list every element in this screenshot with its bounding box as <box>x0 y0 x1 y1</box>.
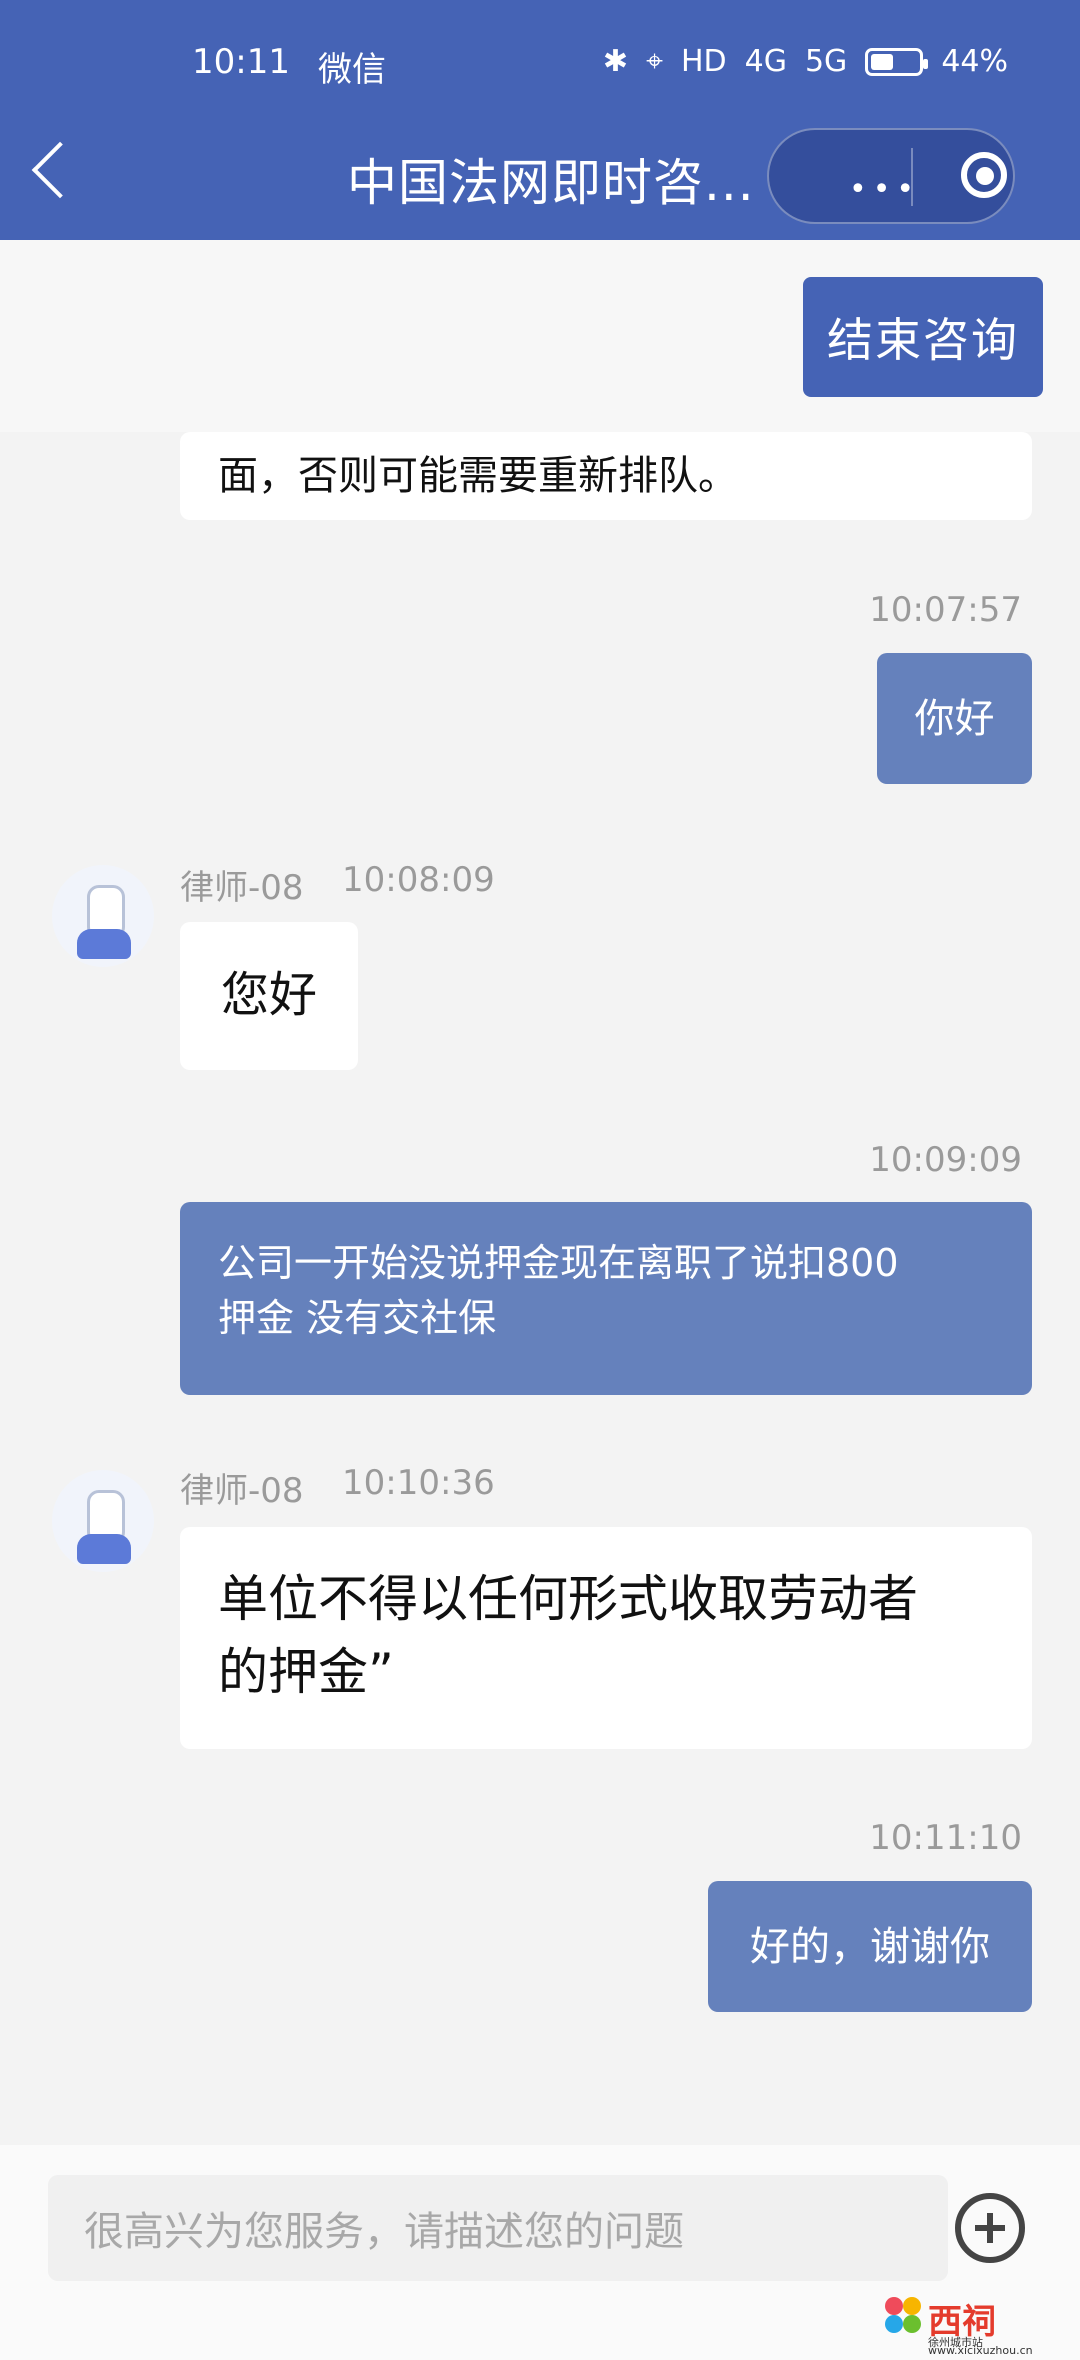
lawyer-name: 律师-08 <box>180 868 304 908</box>
signal-5g-icon: 5G <box>804 44 848 79</box>
more-icon[interactable]: ••• <box>849 175 920 205</box>
hd-icon: HD <box>680 44 727 79</box>
capsule-divider <box>911 148 913 206</box>
xici-logo-icon <box>885 2297 921 2333</box>
user-message-text: 好的，谢谢你 <box>750 1923 990 1970</box>
message-input[interactable]: 很高兴为您服务，请描述您的问题 <box>48 2175 948 2281</box>
battery-icon <box>865 47 929 76</box>
mini-program-capsule[interactable]: ••• <box>767 128 1015 224</box>
lawyer-message: 单位不得以任何形式收取劳动者 的押金” <box>180 1527 1032 1749</box>
message-time: 10:07:57 <box>869 590 1022 630</box>
watermark-logo: 西祠 徐州城市站 www.xicixuzhou.cn <box>880 2292 1075 2357</box>
user-message-line-2: 押金 没有交社保 <box>218 1296 497 1341</box>
close-target-icon[interactable] <box>961 152 1007 198</box>
lawyer-message-line-1: 单位不得以任何形式收取劳动者 <box>218 1570 918 1628</box>
lawyer-message-line-2: 的押金” <box>218 1642 394 1701</box>
user-message-text: 你好 <box>914 695 995 742</box>
end-consultation-button[interactable]: 结束咨询 <box>803 277 1043 397</box>
watermark-url: www.xicixuzhou.cn <box>928 2344 1033 2357</box>
lawyer-message-text: 您好 <box>220 967 317 1024</box>
input-placeholder: 很高兴为您服务，请描述您的问题 <box>84 2209 684 2255</box>
signal-4g-icon: 4G <box>744 44 787 79</box>
user-message: 公司一开始没说押金现在离职了说扣800 押金 没有交社保 <box>180 1202 1032 1395</box>
status-time: 10:11 <box>192 42 290 82</box>
page-title: 中国法网即时咨... <box>347 154 755 212</box>
lawyer-message-text: 面，否则可能需要重新排队。 <box>218 453 738 499</box>
user-message: 你好 <box>877 653 1032 784</box>
message-time: 10:10:36 <box>342 1463 495 1503</box>
lawyer-avatar <box>52 1470 154 1572</box>
lawyer-avatar <box>52 865 154 967</box>
wechat-icon: 微信 <box>318 50 386 90</box>
battery-percent: 44% <box>941 44 1008 79</box>
lawyer-message-partial: 面，否则可能需要重新排队。 <box>180 432 1032 520</box>
user-message-line-1: 公司一开始没说押金现在离职了说扣800 <box>218 1241 899 1285</box>
top-bar: 10:11 微信 ✱ ⌖ HD 4G 5G 44% 中国法网即时咨... ••• <box>0 0 1080 240</box>
lawyer-name: 律师-08 <box>180 1471 304 1511</box>
bluetooth-icon: ✱ <box>602 44 629 79</box>
location-icon: ⌖ <box>646 44 663 79</box>
back-arrow-icon[interactable] <box>31 141 89 199</box>
message-time: 10:09:09 <box>869 1140 1022 1180</box>
lawyer-message: 您好 <box>180 922 358 1070</box>
message-time: 10:08:09 <box>342 860 495 900</box>
status-icons: ✱ ⌖ HD 4G 5G 44% <box>603 44 1008 79</box>
user-message: 好的，谢谢你 <box>708 1881 1032 2012</box>
message-time: 10:11:10 <box>869 1818 1022 1858</box>
add-icon[interactable] <box>955 2193 1025 2263</box>
